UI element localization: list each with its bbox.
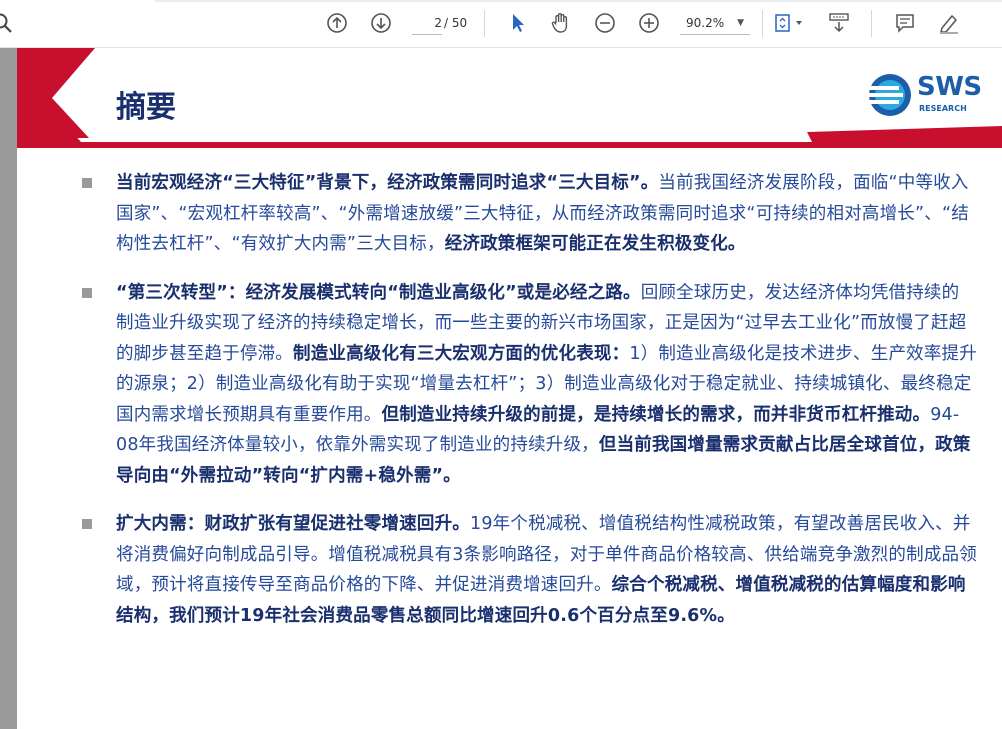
bold-text-segment: 扩大内需：财政扩张有望促进社零增速回升。 [116,514,470,534]
toolbar-divider [762,10,763,37]
summary-paragraph: 扩大内需：财政扩张有望促进社零增速回升。19年个税减税、增值税结构性减税政策，有… [116,509,977,631]
zoom-level-select[interactable]: 90.2% ▼ [680,12,750,35]
scroll-mode-icon[interactable] [827,11,851,35]
summary-paragraph: 当前宏观经济“三大特征”背景下，经济政策需同时追求“三大目标”。当前我国经济发展… [116,168,977,260]
summary-bullet: 当前宏观经济“三大特征”背景下，经济政策需同时追求“三大目标”。当前我国经济发展… [77,168,977,260]
square-bullet-icon [82,178,92,188]
sws-globe-icon [869,74,911,116]
chevron-down-icon: ▼ [737,18,744,28]
summary-bullet: “第三次转型”：经济发展模式转向“制造业高级化”或是必经之路。回顾全球历史，发达… [77,278,977,492]
zoom-in-icon[interactable] [637,11,661,35]
summary-content: 当前宏观经济“三大特征”背景下，经济政策需同时追求“三大目标”。当前我国经济发展… [77,168,977,649]
bold-text-segment: 制造业高级化有三大宏观方面的优化表现： [293,343,630,364]
summary-bullet: 扩大内需：财政扩张有望促进社零增速回升。19年个税减税、增值税结构性减税政策，有… [77,509,977,631]
sws-logo: SWS RESEARCH [867,72,992,122]
summary-paragraph: “第三次转型”：经济发展模式转向“制造业高级化”或是必经之路。回顾全球历史，发达… [116,278,977,492]
page-number-input[interactable]: 2 [412,12,442,35]
bold-text-segment: 但制造业持续升级的前提，是持续增长的需求，而并非货币杠杆推动。 [381,404,931,425]
logo-text: SWS [917,72,982,102]
select-cursor-icon[interactable] [506,11,530,35]
bold-text-segment: 经济政策框架可能正在发生积极变化。 [444,234,746,254]
zoom-level-value: 90.2% [686,16,725,30]
logo-subtext: RESEARCH [919,104,967,113]
pdf-page: 摘要 SWS RESEARCH 当前宏观经济“三大特征”背景下，经济政策需同时追… [17,48,1002,729]
fit-page-icon[interactable] [772,11,806,35]
highlight-pen-icon[interactable] [937,11,961,35]
page-title: 摘要 [116,90,176,125]
bold-text-segment: “第三次转型”：经济发展模式转向“制造业高级化”或是必经之路。 [116,282,641,303]
square-bullet-icon [82,287,92,298]
zoom-out-icon[interactable] [593,11,617,35]
search-icon[interactable] [0,11,14,35]
square-bullet-icon [82,519,92,529]
bold-text-segment: 当前宏观经济“三大特征”背景下，经济政策需同时追求“三大目标”。 [116,173,659,193]
viewer-gutter [0,48,17,729]
comment-icon[interactable] [893,11,917,35]
hand-tool-icon[interactable] [549,11,573,35]
page-up-icon[interactable] [325,11,349,35]
toolbar-top-line [155,0,1002,2]
document-viewer[interactable]: 摘要 SWS RESEARCH 当前宏观经济“三大特征”背景下，经济政策需同时追… [0,48,1002,729]
page-down-icon[interactable] [369,11,393,35]
toolbar-divider [871,10,872,37]
toolbar-divider [484,10,485,37]
pdf-toolbar: 2 / 50 90.2% ▼ [0,0,1002,48]
page-total: / 50 [444,16,468,30]
